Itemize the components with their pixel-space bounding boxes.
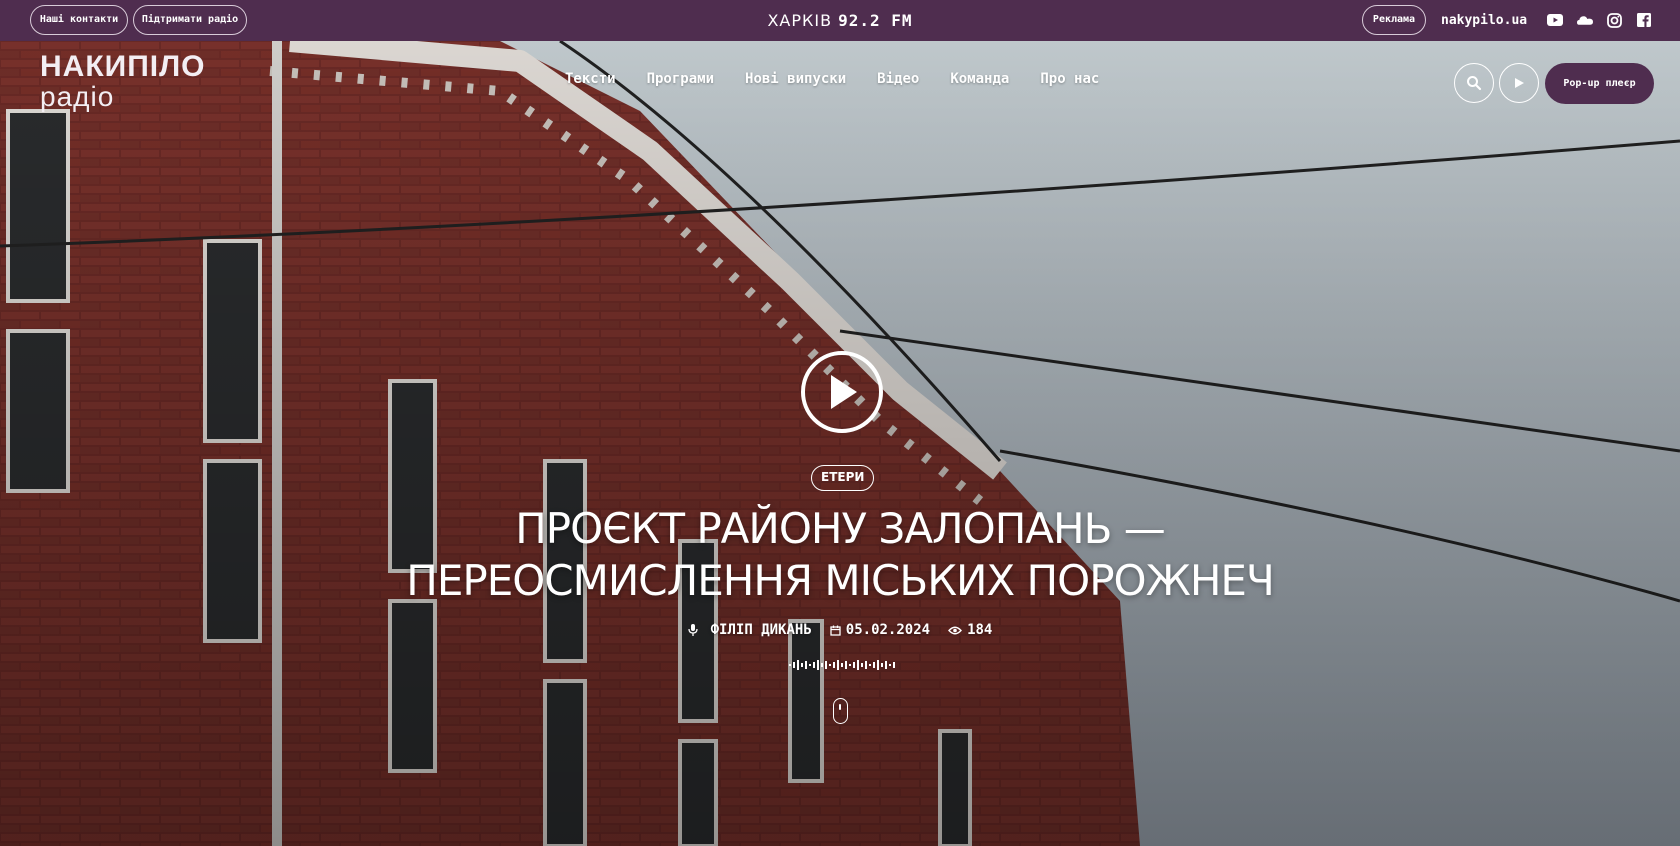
microphone-icon xyxy=(687,624,698,636)
support-radio-button[interactable]: Підтримати радіо xyxy=(133,5,247,35)
episode-meta: ФІЛІП ДИКАНЬ 05.02.2024 184 xyxy=(0,622,1680,638)
station-info: ХАРКІВ 92.2 FM xyxy=(0,0,1680,41)
search-button[interactable] xyxy=(1454,63,1494,103)
views-meta: 184 xyxy=(948,622,992,638)
nav-item-texts[interactable]: Тексти xyxy=(565,71,616,87)
nav-item-video[interactable]: Відео xyxy=(877,71,919,87)
scroll-down-indicator[interactable] xyxy=(833,698,848,724)
facebook-icon[interactable] xyxy=(1636,12,1652,28)
episode-title-line1: ПРОЄКТ РАЙОНУ ЗАЛОПАНЬ — xyxy=(515,504,1166,553)
search-icon xyxy=(1467,76,1482,91)
radio-play-button[interactable] xyxy=(1499,63,1539,103)
logo-subtitle: радіо xyxy=(40,81,115,112)
soundcloud-icon[interactable] xyxy=(1577,12,1593,28)
station-city: ХАРКІВ xyxy=(767,11,833,30)
author-meta[interactable]: ФІЛІП ДИКАНЬ xyxy=(687,622,812,638)
category-badge[interactable]: ЕТЕРИ xyxy=(811,465,875,491)
ads-button[interactable]: Реклама xyxy=(1362,5,1426,35)
site-logo[interactable]: НАКИПІЛО радіо xyxy=(40,52,206,112)
popup-player-button[interactable]: Pop-up плеєр xyxy=(1545,63,1654,104)
station-frequency: 92.2 FM xyxy=(838,11,913,30)
eye-icon xyxy=(948,626,963,634)
episode-title[interactable]: ПРОЄКТ РАЙОНУ ЗАЛОПАНЬ — ПЕРЕОСМИСЛЕННЯ … xyxy=(340,503,1340,607)
youtube-icon[interactable] xyxy=(1547,12,1563,28)
nav-item-programs[interactable]: Програми xyxy=(647,71,714,87)
date-meta: 05.02.2024 xyxy=(830,622,930,638)
calendar-icon xyxy=(830,625,841,636)
episode-play-button[interactable] xyxy=(801,351,883,433)
author-name: ФІЛІП ДИКАНЬ xyxy=(710,622,812,638)
episode-title-line2: ПЕРЕОСМИСЛЕННЯ МІСЬКИХ ПОРОЖНЕЧ xyxy=(406,556,1274,605)
nav-item-team[interactable]: Команда xyxy=(950,71,1009,87)
logo-wordmark: НАКИПІЛО xyxy=(40,50,206,83)
nav-item-new-episodes[interactable]: Нові випуски xyxy=(745,71,846,87)
contacts-button[interactable]: Наші контакти xyxy=(30,5,128,35)
play-icon xyxy=(831,375,857,409)
site-link[interactable]: nakypilo.ua xyxy=(1441,0,1527,41)
hero-background-photo xyxy=(0,41,1680,846)
views-count: 184 xyxy=(967,622,993,638)
top-bar: Наші контакти Підтримати радіо ХАРКІВ 92.… xyxy=(0,0,1680,41)
nav-item-about[interactable]: Про нас xyxy=(1040,71,1099,87)
play-icon xyxy=(1515,78,1524,88)
instagram-icon[interactable] xyxy=(1606,12,1622,28)
audio-waveform-icon xyxy=(789,660,895,670)
hero-section: НАКИПІЛО радіо Тексти Програми Нові випу… xyxy=(0,41,1680,846)
main-nav: Тексти Програми Нові випуски Відео Коман… xyxy=(565,71,1130,87)
publish-date: 05.02.2024 xyxy=(845,622,931,638)
